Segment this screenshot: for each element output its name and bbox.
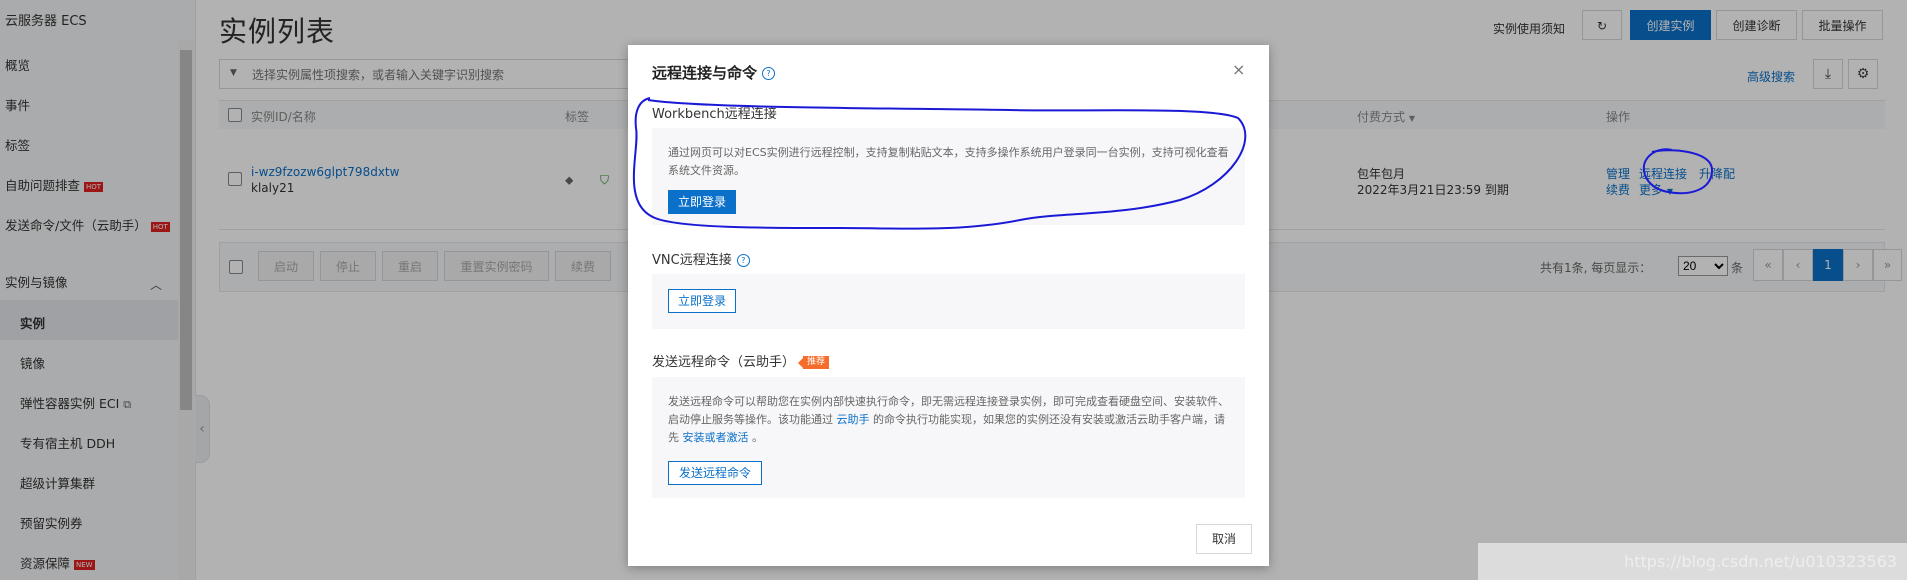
workbench-description: 通过网页可以对ECS实例进行远程控制，支持复制粘贴文本，支持多操作系统用户登录同… — [668, 146, 1229, 177]
send-command-button[interactable]: 发送远程命令 — [668, 461, 762, 485]
recommend-badge: 推荐 — [798, 356, 830, 369]
help-icon[interactable]: ? — [736, 254, 750, 267]
remote-connect-dialog: 远程连接与命令? × Workbench远程连接 通过网页可以对ECS实例进行远… — [628, 45, 1269, 566]
vnc-title: VNC远程连接? — [652, 249, 750, 268]
dialog-title: 远程连接与命令? — [652, 62, 776, 83]
dialog-title-text: 远程连接与命令 — [652, 64, 758, 82]
assistant-title-text: 发送远程命令（云助手） — [652, 355, 796, 370]
assistant-description: 发送远程命令可以帮助您在实例内部快速执行命令，即无需远程连接登录实例，即可完成查… — [668, 393, 1233, 447]
vnc-panel: 立即登录 — [652, 274, 1245, 329]
cloud-assistant-link[interactable]: 云助手 — [837, 413, 870, 426]
help-icon[interactable]: ? — [762, 67, 776, 80]
install-activate-link[interactable]: 安装或者激活 — [683, 431, 749, 444]
ecs-console: 云服务器 ECS 概览 事件 标签 自助问题排查 HOT 发送命令/文件（云助手）… — [0, 0, 1907, 580]
workbench-panel: 通过网页可以对ECS实例进行远程控制，支持复制粘贴文本，支持多操作系统用户登录同… — [652, 128, 1245, 225]
assistant-panel: 发送远程命令可以帮助您在实例内部快速执行命令，即无需远程连接登录实例，即可完成查… — [652, 377, 1245, 498]
vnc-title-text: VNC远程连接 — [652, 253, 732, 268]
watermark-text: https://blog.csdn.net/u010323563 — [1624, 552, 1897, 571]
workbench-title: Workbench远程连接 — [652, 107, 777, 122]
assistant-desc-part: 。 — [752, 431, 763, 444]
workbench-login-button[interactable]: 立即登录 — [668, 190, 736, 214]
cancel-button[interactable]: 取消 — [1196, 524, 1252, 554]
vnc-login-button[interactable]: 立即登录 — [668, 289, 736, 313]
close-icon[interactable]: × — [1232, 60, 1245, 79]
watermark: https://blog.csdn.net/u010323563 — [1478, 543, 1907, 580]
assistant-title: 发送远程命令（云助手） 推荐 — [652, 351, 830, 370]
